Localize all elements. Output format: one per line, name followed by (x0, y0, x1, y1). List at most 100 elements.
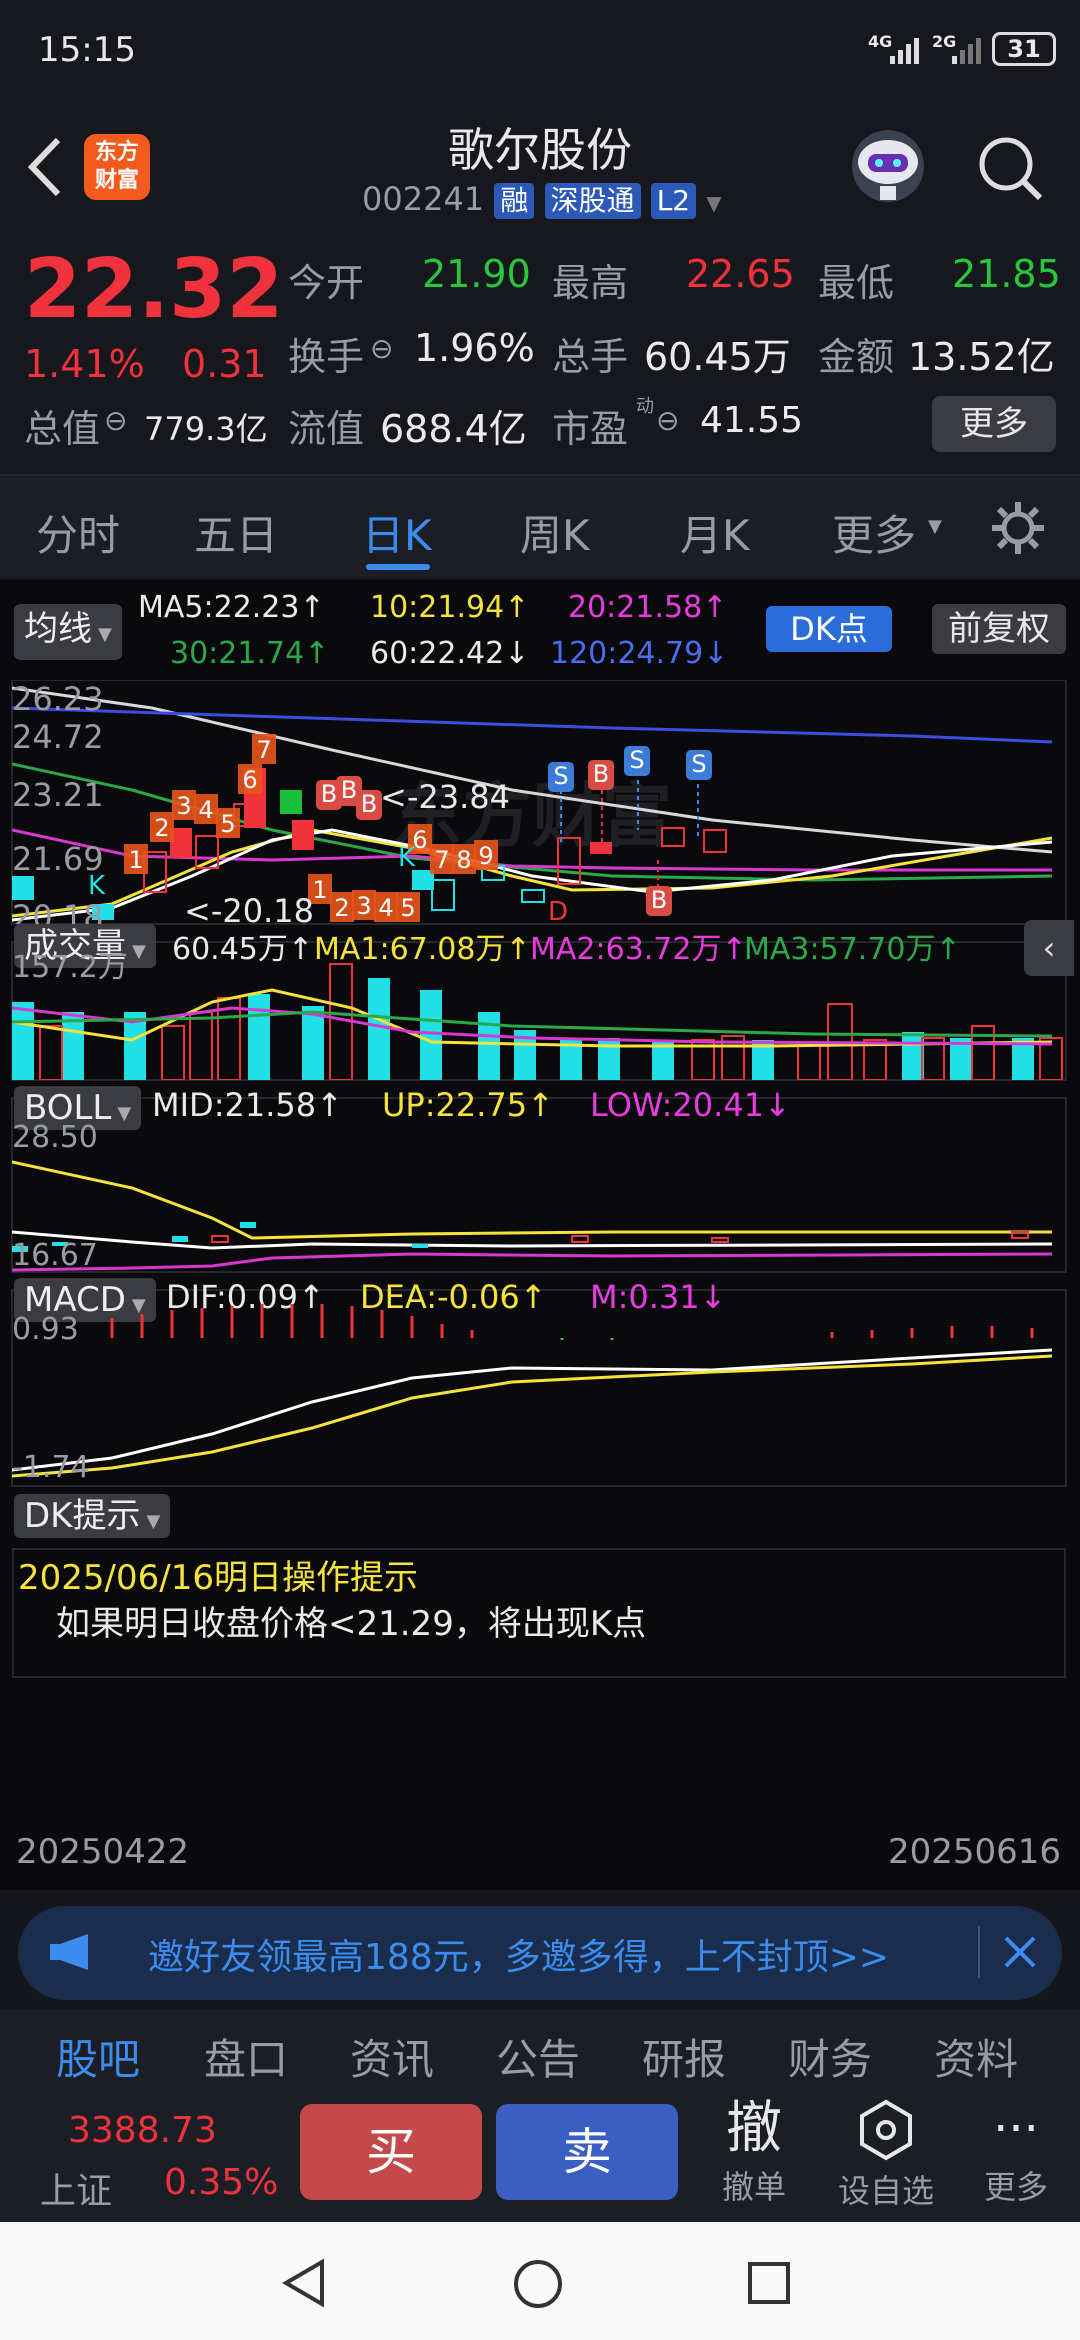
status-time: 15:15 (38, 30, 136, 70)
tab-daily-k[interactable]: 日K (362, 502, 432, 563)
boll-tick: 28.50 (12, 1120, 98, 1155)
volume-label: 总手 (552, 335, 629, 379)
svg-text:4: 4 (198, 796, 213, 824)
tab-monthly-k[interactable]: 月K (680, 502, 750, 563)
svg-text:1: 1 (312, 876, 327, 904)
tag-connect: 深股通 (544, 183, 641, 219)
low-marker-label: <-20.18 (184, 892, 314, 924)
dk-tip-title: 2025/06/16明日操作提示 (18, 1558, 418, 1598)
more-menu-button[interactable]: ··· 更多 (974, 2096, 1058, 2208)
low-value: 21.85 (952, 252, 1061, 296)
ellipsis-icon: ··· (993, 2101, 1039, 2157)
index-value[interactable]: 3388.73 (68, 2110, 217, 2151)
nav-home-icon[interactable] (512, 2258, 564, 2314)
svg-text:S: S (553, 762, 568, 790)
macd-tick: 0.93 (12, 1312, 79, 1347)
kline-main: 东方财富 1 2 3 4 5 6 7 1 2 3 4 5 6 7 8 9 K K… (12, 680, 1066, 924)
info-icon[interactable]: ⊖ (104, 404, 127, 437)
more-info-button[interactable]: 更多 (932, 396, 1056, 452)
index-change[interactable]: 0.35% (164, 2162, 278, 2203)
volume-tick: 157.2万 (12, 950, 128, 985)
cancel-icon: 撤 (726, 2096, 782, 2161)
tab-intraday[interactable]: 分时 (36, 502, 120, 563)
boll-tick: 16.67 (12, 1238, 98, 1272)
pe-dynamic-mark: 动 (636, 396, 654, 417)
adjust-button[interactable]: 前复权 (932, 604, 1066, 654)
gear-icon[interactable] (990, 500, 1046, 560)
price-tick: 21.69 (12, 840, 104, 878)
tab-announcements[interactable]: 公告 (496, 2026, 580, 2087)
chevron-down-icon[interactable]: ▼ (706, 191, 721, 215)
robot-assistant-icon[interactable] (846, 124, 930, 212)
float-label: 流值 (288, 407, 365, 451)
svg-text:7: 7 (256, 736, 271, 764)
tab-weekly-k[interactable]: 周K (520, 502, 590, 563)
change-amount: 0.31 (182, 342, 267, 386)
signal-4g-icon: 4G (868, 32, 893, 51)
tab-five-day[interactable]: 五日 (194, 502, 278, 563)
ma10-value: 10:21.94↑ (370, 590, 530, 625)
svg-text:9: 9 (478, 842, 493, 870)
svg-text:B: B (361, 790, 377, 818)
nav-recent-icon[interactable] (746, 2260, 792, 2310)
add-watchlist-button[interactable]: 设自选 (830, 2096, 942, 2212)
system-nav-bar (0, 2222, 1080, 2340)
signal-bars-icon (890, 36, 926, 70)
cancel-label: 撤单 (721, 2168, 786, 2206)
buy-button[interactable]: 买 (300, 2104, 482, 2200)
macd-panel: 0.93 -1.74 (12, 1290, 1066, 1486)
ma20-value: 20:21.58↑ (568, 590, 728, 625)
app-header: 东方 财富 歌尔股份 002241 融 深股通 L2 ▼ (0, 100, 1080, 236)
search-icon[interactable] (976, 134, 1046, 208)
svg-text:2: 2 (154, 814, 169, 842)
nav-back-icon[interactable] (280, 2258, 330, 2312)
amount-label: 金额 (818, 335, 895, 379)
sell-button[interactable]: 卖 (496, 2104, 678, 2200)
tab-active-indicator (366, 564, 430, 570)
date-start: 20250422 (16, 1832, 190, 1872)
dk-tip-panel: 2025/06/16明日操作提示 如果明日收盘价格<21.29，将出现K点 (12, 1548, 1066, 1678)
chevron-down-icon: ▼ (928, 516, 942, 537)
boll-lines (12, 1160, 1053, 1272)
tab-forum[interactable]: 股吧 (56, 2026, 140, 2087)
tab-more[interactable]: 更多 (832, 502, 916, 563)
info-icon[interactable]: ⊖ (370, 332, 393, 365)
turnover-label: 换手 (288, 335, 365, 379)
chevron-down-icon: ▼ (146, 1511, 161, 1532)
svg-text:S: S (629, 746, 644, 774)
macd-tick: -1.74 (12, 1450, 90, 1485)
high-value: 22.65 (686, 252, 795, 296)
svg-text:B: B (321, 780, 337, 808)
invite-banner[interactable]: 邀好友领最高188元，多邀多得，上不封顶>> (18, 1906, 1062, 2000)
price-tick: 20.18 (12, 898, 104, 924)
watchlist-hexagon-icon (860, 2099, 912, 2161)
trade-bar: 3388.73 上证 0.35% 买 卖 撤 撤单 设自选 ··· 更多 (0, 2092, 1080, 2222)
watchlist-label: 设自选 (837, 2172, 934, 2210)
index-name[interactable]: 上证 (40, 2162, 112, 2214)
info-icon[interactable]: ⊖ (656, 404, 679, 437)
tab-finance[interactable]: 财务 (788, 2026, 872, 2087)
battery-icon: 31 (992, 32, 1056, 66)
tab-profile[interactable]: 资料 (934, 2026, 1018, 2087)
volume-panel: 157.2万 (12, 942, 1066, 1080)
ma120-value: 120:24.79↓ (550, 636, 729, 671)
cancel-order-button[interactable]: 撤 撤单 (712, 2096, 796, 2208)
svg-text:4: 4 (378, 894, 393, 922)
tab-research[interactable]: 研报 (642, 2026, 726, 2087)
close-icon[interactable] (998, 1930, 1042, 1978)
high-label: 最高 (552, 261, 629, 305)
svg-text:S: S (691, 750, 706, 778)
dk-tip-select[interactable]: DK提示 ▼ (14, 1494, 171, 1538)
dk-point-button[interactable]: DK点 (766, 606, 892, 652)
kline-chart-area[interactable]: 均线 ▼ MA5:22.23↑ 10:21.94↑ 20:21.58↑ 30:21… (0, 580, 1080, 2000)
tab-news[interactable]: 资讯 (350, 2026, 434, 2087)
tab-orderbook[interactable]: 盘口 (204, 2026, 288, 2087)
volume-bars (12, 963, 1063, 1080)
macd-lines (12, 1304, 1053, 1478)
ma60-value: 60:22.42↓ (370, 636, 530, 671)
ma-select[interactable]: 均线 ▼ (14, 604, 122, 660)
svg-text:B: B (651, 886, 667, 914)
dk-tip-text: 如果明日收盘价格<21.29，将出现K点 (56, 1604, 647, 1644)
stock-code: 002241 (362, 180, 485, 218)
pe-value: 41.55 (700, 400, 804, 441)
